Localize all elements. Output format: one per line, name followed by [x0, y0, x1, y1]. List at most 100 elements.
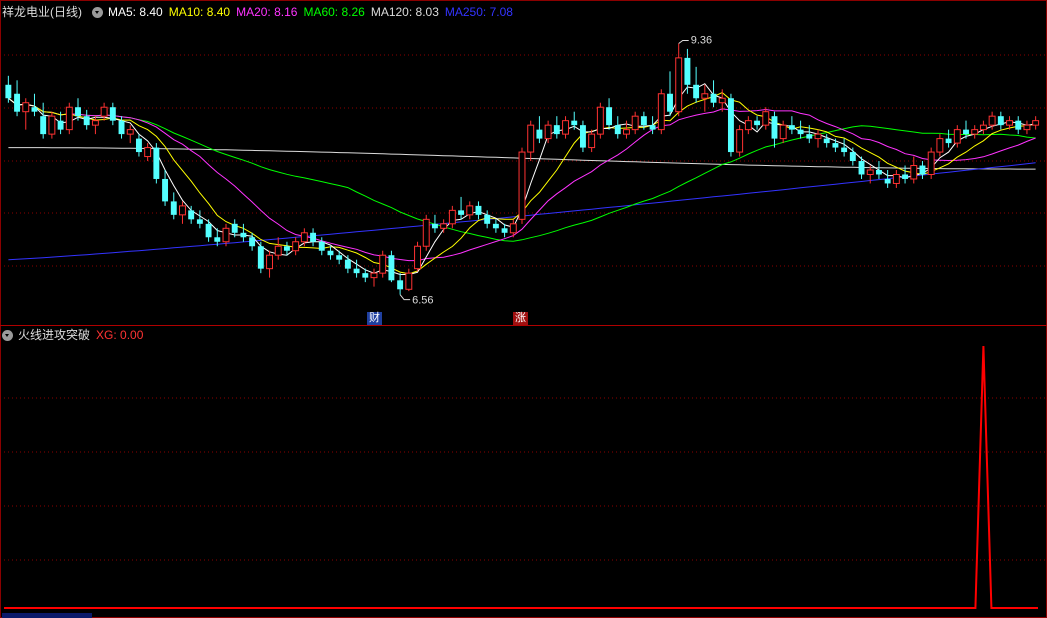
candle-up [405, 272, 413, 290]
candle-up [91, 120, 99, 126]
candle-down [162, 178, 169, 202]
candle-down [205, 223, 212, 238]
candle-down [771, 116, 778, 139]
candle-down [1015, 120, 1022, 130]
candle-up [527, 124, 535, 153]
xg-value-label: XG: 0.00 [96, 328, 144, 342]
candle-down [858, 161, 865, 175]
candle-down [963, 129, 969, 135]
candle-up [222, 227, 230, 243]
candle-up [892, 173, 900, 184]
candle-down [754, 120, 761, 126]
candle-up [126, 129, 134, 135]
candle-up [1023, 124, 1031, 131]
candle-down [823, 138, 830, 144]
candle-down [135, 138, 142, 153]
candle-down [797, 129, 804, 135]
candle-down [5, 84, 12, 99]
candle-down [640, 116, 647, 126]
candle-down [188, 210, 195, 220]
candle-up [266, 254, 273, 270]
candle-down [318, 241, 325, 251]
candle-down [240, 232, 247, 238]
candle-down [388, 255, 395, 281]
kline-chart[interactable]: 9.36 6.56 [0, 0, 1047, 618]
candle-up [48, 115, 56, 135]
candle-up [762, 111, 770, 126]
candle-up [379, 254, 387, 274]
stock-title[interactable]: 祥龙电业(日线) [2, 4, 82, 20]
candle-down [257, 246, 264, 269]
candle-up [657, 93, 665, 131]
candle-down [667, 93, 673, 112]
candle-up [588, 133, 596, 149]
high-price-label: 9.36 [691, 35, 712, 47]
candle-up [988, 115, 996, 126]
candle-up [544, 124, 552, 140]
candle-up [1032, 120, 1040, 126]
candle-up [631, 115, 639, 131]
candle-down [606, 107, 613, 126]
candle-up [971, 129, 979, 135]
high-marker [678, 40, 689, 44]
candle-up [623, 129, 630, 135]
candle-up [736, 129, 744, 153]
low-marker [399, 294, 411, 301]
candle-up [718, 97, 726, 104]
candle-down [153, 147, 160, 179]
candle-down [14, 93, 21, 112]
candle-up [466, 205, 474, 216]
ma60-label: MA60: 8.26 [303, 5, 365, 19]
candle-up [910, 165, 918, 180]
candle-up [701, 93, 709, 99]
candle-down [214, 237, 221, 242]
candle-down [310, 232, 317, 242]
candle-up [814, 133, 822, 140]
candle-down [362, 273, 369, 278]
candle-down [492, 223, 499, 229]
candle-down [170, 201, 177, 215]
dropdown-circle-icon[interactable] [92, 6, 103, 18]
candle-down [40, 116, 47, 135]
candle-down [327, 250, 334, 256]
limit-up-badge[interactable]: 涨 [513, 312, 528, 325]
indicator-header: 火线进攻突破 XG: 0.00 [2, 327, 149, 343]
candle-down [57, 120, 64, 130]
candle-up [953, 129, 961, 144]
candle-down [249, 237, 256, 247]
candle-down [788, 125, 795, 130]
candle-up [300, 232, 308, 243]
candle-down [475, 205, 482, 215]
candle-up [22, 102, 30, 113]
candle-up [292, 241, 300, 252]
candle-up [936, 138, 944, 153]
candle-down [458, 210, 465, 215]
candle-down [841, 147, 848, 153]
candle-down [727, 98, 734, 153]
candle-down [693, 84, 700, 99]
date-strip [2, 613, 92, 618]
indicator-title[interactable]: 火线进攻突破 [18, 327, 90, 343]
finance-badge[interactable]: 财 [367, 312, 382, 325]
candle-up [179, 205, 186, 216]
candle-down [806, 134, 813, 139]
candle-up [100, 106, 108, 117]
candle-down [31, 107, 38, 112]
candle-up [562, 120, 569, 135]
dropdown-circle-icon[interactable] [2, 329, 13, 341]
candle-up [509, 223, 517, 234]
main-chart-header: 祥龙电业(日线) MA5: 8.40 MA10: 8.40 MA20: 8.16… [2, 4, 519, 20]
candle-down [553, 125, 560, 135]
candle-down [231, 223, 238, 233]
candle-up [979, 124, 987, 131]
candle-down [945, 138, 952, 144]
candle-down [579, 125, 586, 148]
candle-down [649, 125, 656, 130]
low-price-label: 6.56 [412, 295, 433, 307]
ma10-label: MA10: 8.40 [168, 5, 231, 19]
candle-up [779, 124, 787, 140]
candle-up [65, 106, 73, 131]
candle-down [849, 152, 856, 162]
candle-down [536, 129, 543, 139]
ma250-label: MA250: 7.08 [444, 5, 513, 19]
